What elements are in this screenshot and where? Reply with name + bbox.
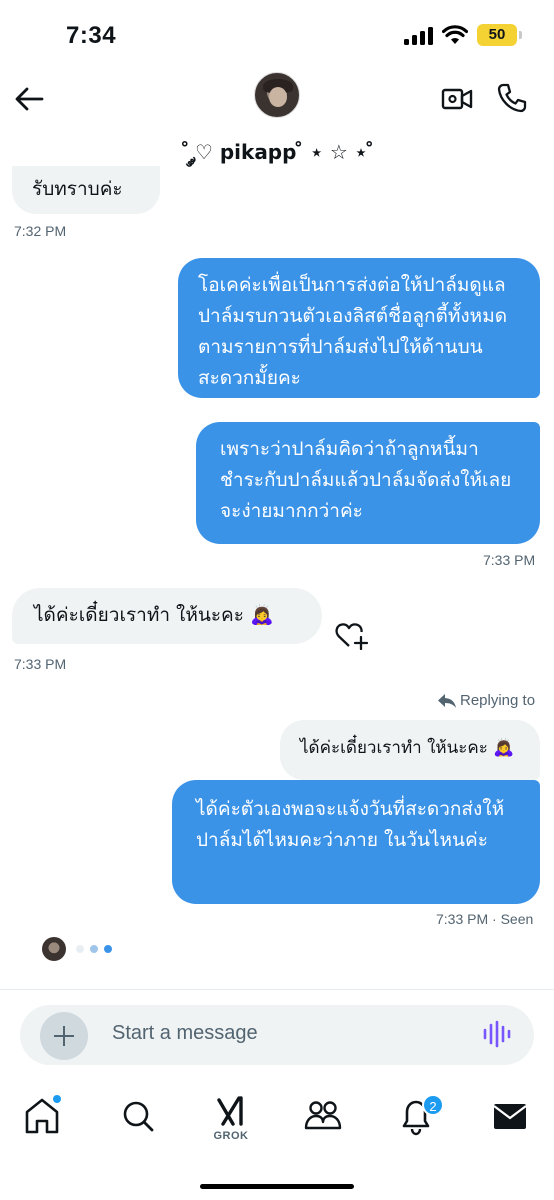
phone-call-icon[interactable]	[496, 82, 528, 114]
cellular-signal-icon	[404, 27, 434, 45]
notifications-badge: 2	[422, 1094, 444, 1116]
message-composer[interactable]	[20, 1005, 534, 1065]
home-unread-dot	[53, 1095, 61, 1103]
message-text: โอเคค่ะเพื่อเป็นการส่งต่อให้ปาล์มดูแล ปา…	[198, 274, 508, 389]
message-text: รับทราบค่ะ	[32, 178, 123, 200]
message-bubble-outgoing[interactable]: เพราะว่าปาล์มคิดว่าถ้าลูกหนี้มาชำระกับปา…	[196, 422, 540, 544]
reply-preview-text: ได้ค่ะเดี๋ยวเราทำ ให้นะคะ 🙇‍♀️	[300, 738, 515, 758]
video-call-icon[interactable]	[441, 86, 473, 112]
battery-tip	[519, 31, 522, 39]
typing-dot	[76, 945, 84, 953]
grok-label: GROK	[213, 1130, 249, 1142]
status-bar: 7:34 50	[0, 0, 554, 72]
message-input[interactable]: Start a message	[112, 1022, 258, 1045]
message-timestamp-seen: 7:33 PM · Seen	[436, 911, 533, 927]
composer-divider	[0, 989, 554, 990]
voice-message-icon[interactable]	[482, 1019, 512, 1049]
battery-indicator: 50	[477, 24, 517, 46]
message-bubble-outgoing[interactable]: โอเคค่ะเพื่อเป็นการส่งต่อให้ปาล์มดูแล ปา…	[178, 258, 540, 398]
replying-to-label: Replying to	[460, 692, 536, 709]
message-text: เพราะว่าปาล์มคิดว่าถ้าลูกหนี้มาชำระกับปา…	[220, 438, 512, 522]
communities-icon[interactable]	[303, 1094, 343, 1138]
message-timestamp: 7:32 PM	[14, 223, 67, 239]
home-indicator	[200, 1184, 354, 1189]
typing-dot	[104, 945, 112, 953]
typing-avatar	[42, 937, 66, 961]
message-timestamp: 7:33 PM	[14, 656, 67, 672]
message-time: 7:33 PM	[436, 911, 489, 927]
add-attachment-button[interactable]	[40, 1012, 88, 1060]
wifi-icon	[442, 25, 468, 44]
status-time: 7:34	[66, 22, 117, 49]
message-text: ได้ค่ะตัวเองพอจะแจ้งวันที่สะดวกส่งให้ปาล…	[196, 798, 505, 851]
seen-status: · Seen	[488, 911, 534, 927]
back-arrow-icon[interactable]	[14, 86, 44, 112]
contact-avatar[interactable]	[254, 72, 300, 118]
message-bubble-incoming[interactable]: รับทราบค่ะ	[12, 166, 160, 214]
message-timestamp: 7:33 PM	[483, 552, 536, 568]
add-reaction-icon[interactable]	[334, 620, 368, 650]
conversation-header: ˚ ༘♡ pikapp ̊ ⋆ ☆ ⋆ ̊	[0, 72, 554, 164]
message-bubble-incoming[interactable]: ได้ค่ะเดี๋ยวเราทำ ให้นะคะ 🙇‍♀️	[12, 588, 322, 644]
reply-arrow-icon	[438, 694, 456, 708]
message-text: ได้ค่ะเดี๋ยวเราทำ ให้นะคะ 🙇‍♀️	[34, 604, 274, 626]
message-bubble-outgoing[interactable]: ได้ค่ะตัวเองพอจะแจ้งวันที่สะดวกส่งให้ปาล…	[172, 780, 540, 904]
search-icon[interactable]	[118, 1094, 158, 1138]
grok-icon[interactable]	[211, 1094, 251, 1130]
typing-dot	[90, 945, 98, 953]
reply-preview-bubble[interactable]: ได้ค่ะเดี๋ยวเราทำ ให้นะคะ 🙇‍♀️	[280, 720, 540, 780]
messages-envelope-icon[interactable]	[490, 1094, 530, 1138]
